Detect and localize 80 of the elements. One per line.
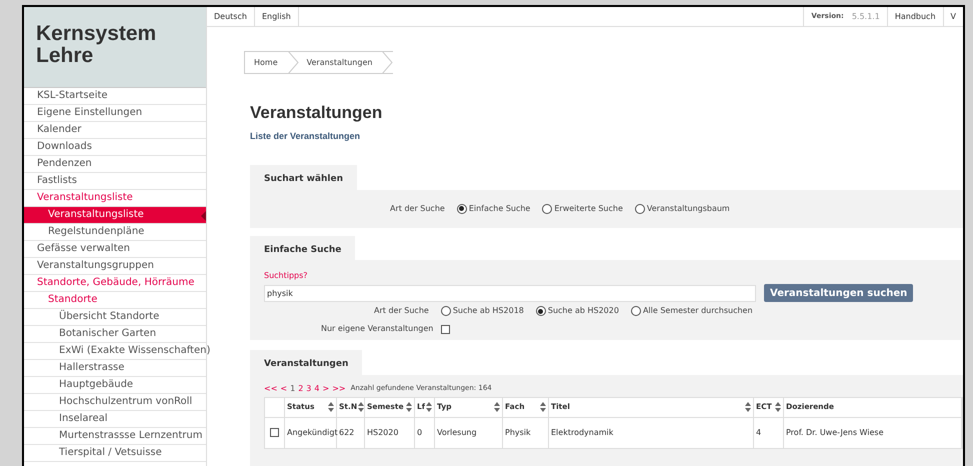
radio-option[interactable]: Veranstaltungsbaum (634, 202, 730, 214)
pager-link[interactable]: 4 (314, 382, 320, 394)
nav-item[interactable]: Veranstaltungsliste (24, 207, 206, 224)
language-link[interactable]: Deutsch (207, 7, 255, 26)
table-cell: Elektrodynamik (549, 418, 754, 448)
table-cell: Prof. Dr. Uwe-Jens Wiese (784, 418, 962, 448)
nav-item[interactable]: Kalender (24, 122, 206, 139)
field-label: Nur eigene Veranstaltungen (321, 323, 434, 335)
chevron-icon (288, 51, 299, 74)
breadcrumb-item[interactable]: Home (244, 51, 299, 74)
radio-button[interactable] (456, 204, 467, 214)
panel-title: Einfache Suche (250, 236, 356, 260)
checkbox[interactable] (441, 324, 450, 334)
search-field[interactable]: physik (264, 284, 756, 302)
radio-button[interactable] (542, 204, 552, 214)
language-link[interactable]: English (254, 7, 299, 26)
field-label: Art der Suche (390, 202, 445, 214)
nav-item[interactable]: Regelstundenpläne (24, 224, 206, 241)
nav-item[interactable]: Gefässe verwalten (24, 241, 206, 258)
sort-icon[interactable] (406, 402, 412, 412)
nav-item[interactable]: Downloads (24, 139, 206, 156)
pager-link[interactable]: >> (332, 382, 346, 394)
nav-item[interactable]: Tierspital / Vetsuisse (24, 445, 206, 462)
radio-option[interactable]: Erweiterte Suche (542, 202, 623, 214)
table-cell: 4 (754, 418, 784, 448)
panel-title: Veranstaltungen (250, 350, 362, 374)
panel-title: Suchart wählen (250, 165, 357, 190)
radio-option[interactable]: Einfache Suche (456, 202, 530, 214)
pager-link[interactable]: 3 (306, 382, 312, 394)
radio-button[interactable] (440, 306, 451, 316)
pager-link[interactable]: < (280, 382, 288, 394)
nav-item[interactable]: Hochschulzentrum vonRoll (24, 394, 206, 411)
sort-icon[interactable] (775, 402, 781, 412)
app-title: Kernsystem Lehre (36, 23, 156, 67)
sort-icon[interactable] (745, 402, 751, 412)
table-cell: Physik (503, 418, 549, 448)
nav-item[interactable]: Übersicht Standorte (24, 309, 206, 326)
sort-icon[interactable] (328, 402, 334, 412)
chevron-icon (382, 51, 394, 74)
table-cell: HS2020 (365, 418, 415, 448)
nav-item[interactable]: Standorte (24, 292, 206, 309)
nav-item[interactable]: Inselareal (24, 411, 206, 428)
sort-icon[interactable] (540, 402, 546, 412)
nav-item[interactable]: Murtenstrassse Lernzentrum (24, 428, 206, 445)
nav-item[interactable]: Fastlists (24, 173, 206, 190)
field-label: Art der Suche (374, 305, 429, 317)
sort-icon[interactable] (426, 402, 432, 412)
nav-item[interactable]: Botanischer Garten (24, 326, 206, 343)
radio-button[interactable] (630, 306, 641, 316)
version-number: 5.5.1.1 (852, 10, 880, 22)
pager-link[interactable]: > (322, 382, 330, 394)
nav-item[interactable]: Hauptgebäude (24, 377, 206, 394)
table-cell: 0 (415, 418, 435, 448)
pager-link[interactable]: 2 (298, 382, 304, 394)
tips-link[interactable]: Suchtipps? (264, 270, 963, 282)
nav-item[interactable]: Pendenzen (24, 156, 206, 173)
nav-item[interactable]: KSL-Startseite (24, 88, 206, 105)
header-link[interactable]: V (942, 7, 963, 26)
pager-link[interactable]: 1 (290, 382, 296, 394)
sort-icon[interactable] (494, 402, 500, 412)
table-cell: 622 (337, 418, 365, 448)
radio-option[interactable]: Suche ab HS2018 (440, 305, 524, 317)
page-title: Veranstaltungen (250, 102, 384, 124)
header-link[interactable]: Handbuch (886, 7, 943, 26)
nav-item[interactable]: Veranstaltungsgruppen (24, 258, 206, 275)
nav-item[interactable]: Eigene Einstellungen (24, 105, 206, 122)
nav-item[interactable]: Veranstaltungsliste (24, 190, 206, 207)
radio-button[interactable] (536, 306, 546, 316)
table-cell: Angekündigt (285, 418, 337, 448)
radio-option[interactable]: Alle Semester durchsuchen (630, 305, 753, 317)
list-link[interactable]: Liste der Veranstaltungen (250, 130, 963, 143)
nav-item[interactable]: Standorte, Gebäude, Hörräume (24, 275, 206, 292)
pager-link[interactable]: << (264, 382, 278, 394)
table-cell: Vorlesung (435, 418, 503, 448)
search-button[interactable]: Veranstaltungen suchen (764, 284, 914, 302)
checkbox[interactable] (270, 428, 279, 437)
radio-option[interactable]: Suche ab HS2020 (536, 305, 619, 317)
nav-item[interactable]: Hallerstrasse (24, 360, 206, 377)
sort-icon[interactable] (358, 402, 364, 412)
radio-button[interactable] (634, 204, 645, 214)
